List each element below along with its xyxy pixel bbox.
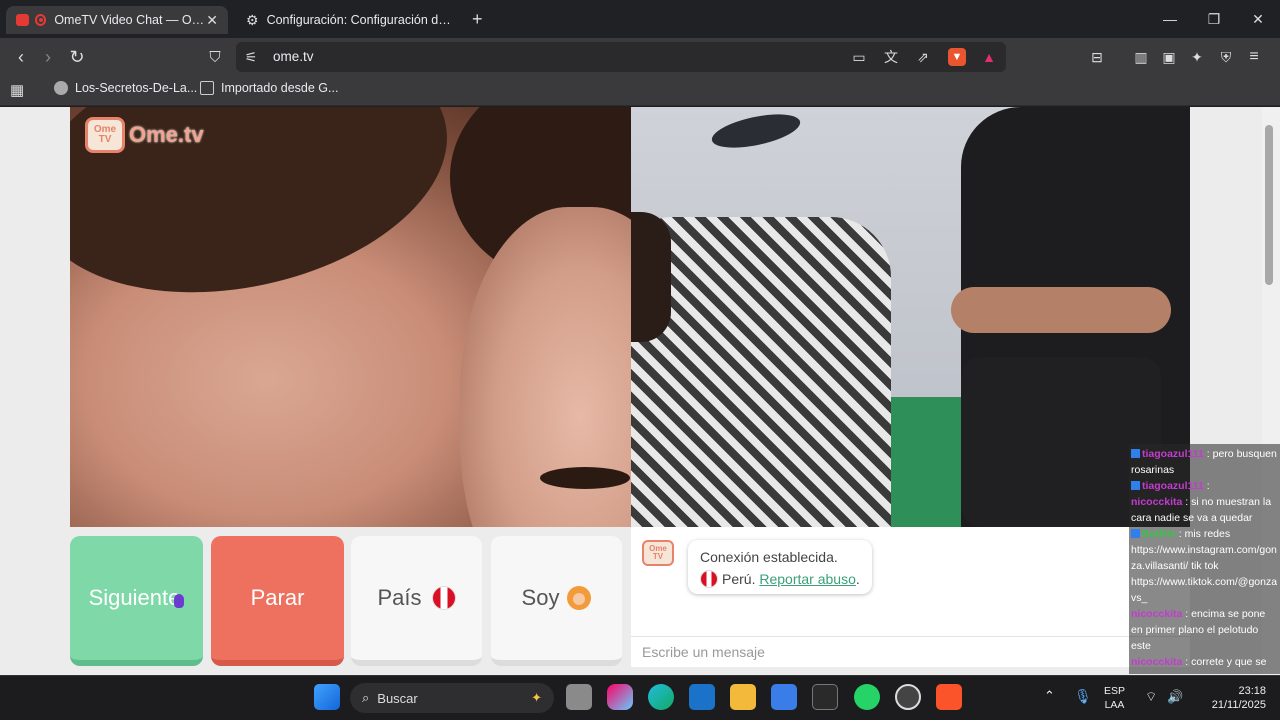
- window-controls: — ❐ ✕: [1148, 0, 1280, 38]
- bookmark-icon[interactable]: ⛉: [204, 46, 226, 68]
- bookmark-folder-imported[interactable]: Importado desde G...: [200, 81, 338, 95]
- bookmark-label: Los-Secretos-De-La...: [75, 81, 198, 95]
- edge-icon[interactable]: [648, 684, 674, 710]
- menu-icon[interactable]: ≡: [1245, 48, 1263, 66]
- tab-settings[interactable]: ⚙ Configuración: Configuración del sitio: [236, 6, 462, 34]
- ometv-logo: Ome TV Ome.tv: [85, 117, 204, 153]
- search-label: Buscar: [377, 690, 418, 706]
- translate-icon[interactable]: 文: [882, 48, 900, 66]
- tv-logo-icon: Ome TV: [85, 117, 125, 153]
- scrollbar-thumb[interactable]: [1265, 125, 1273, 285]
- copilot-icon[interactable]: [607, 684, 633, 710]
- share-icon[interactable]: ⇗: [914, 48, 932, 66]
- country-button[interactable]: País: [351, 536, 482, 666]
- overlay-message: nicocckita : encima se pone en primer pl…: [1131, 608, 1266, 652]
- bookmark-label: Importado desde G...: [221, 81, 339, 95]
- store-icon[interactable]: [771, 684, 797, 710]
- tab-ometv[interactable]: OmeTV Video Chat — Omegl ✕: [6, 6, 228, 34]
- youtube-icon: [16, 14, 29, 26]
- country-label: País: [377, 585, 422, 610]
- mouse-cursor-icon: [174, 594, 185, 608]
- globe-icon: [54, 81, 68, 95]
- partner-video: [70, 107, 631, 527]
- epic-games-icon[interactable]: [812, 684, 838, 710]
- close-window-icon[interactable]: ✕: [1236, 0, 1280, 38]
- maximize-icon[interactable]: ❐: [1192, 0, 1236, 38]
- gender-label: Soy: [521, 585, 560, 610]
- vpn-icon[interactable]: ⛨: [1217, 48, 1235, 66]
- apps-grid-icon[interactable]: ▦: [10, 81, 24, 99]
- reload-icon[interactable]: ↻: [66, 46, 88, 68]
- system-message: Conexión establecida. Perú. Reportar abu…: [688, 540, 872, 594]
- partner-country: Perú.: [722, 571, 756, 587]
- stream-chat-overlay: tiagoazul111 : pero busquen rosarinas ti…: [1129, 444, 1280, 684]
- search-icon: ⌕: [362, 690, 370, 705]
- gear-icon: ⚙: [246, 12, 259, 28]
- obs-icon[interactable]: [895, 684, 921, 710]
- task-view-icon[interactable]: [566, 684, 592, 710]
- back-icon[interactable]: ‹: [10, 46, 32, 68]
- next-label: Siguiente: [88, 585, 181, 610]
- whatsapp-icon[interactable]: [854, 684, 880, 710]
- outlook-icon[interactable]: [689, 684, 715, 710]
- ometv-chat-icon: Ome TV: [642, 540, 674, 566]
- url-text[interactable]: ome.tv: [273, 49, 314, 64]
- site-settings-icon[interactable]: ⚟: [242, 48, 260, 66]
- tab-title: Configuración: Configuración del sitio: [266, 13, 452, 27]
- wifi-icon[interactable]: ⌔: [1145, 689, 1157, 705]
- stop-label: Parar: [250, 585, 305, 610]
- clock[interactable]: 23:18 21/11/2025: [1194, 684, 1266, 712]
- gender-button[interactable]: Soy: [491, 536, 622, 666]
- bookmark-secretos[interactable]: Los-Secretos-De-La...: [54, 81, 197, 95]
- message-input[interactable]: Escribe un mensaje: [631, 636, 1190, 667]
- peru-flag-icon: [431, 586, 456, 610]
- recording-icon: [34, 14, 47, 26]
- stop-button[interactable]: Parar: [211, 536, 344, 666]
- extensions-icon[interactable]: ⊟: [1088, 48, 1106, 66]
- brave-shields-icon[interactable]: ▼: [948, 48, 966, 66]
- overlay-message: tiagoazul111 : pero busquen rosarinas: [1131, 448, 1277, 476]
- tab-title: OmeTV Video Chat — Omegl: [54, 13, 207, 27]
- folder-icon: [200, 81, 214, 95]
- girl-avatar-icon: [567, 586, 592, 610]
- minimize-icon[interactable]: —: [1148, 0, 1192, 38]
- copilot-sparkle-icon: ✦: [531, 690, 542, 705]
- overlay-message: BotRix : mis redes https://www.instagram…: [1131, 528, 1278, 604]
- cast-icon[interactable]: ▭: [850, 48, 868, 66]
- taskbar-search[interactable]: ⌕ Buscar ✦: [350, 683, 554, 713]
- next-button[interactable]: Siguiente: [70, 536, 203, 666]
- sidebar-icon[interactable]: ▥: [1132, 48, 1150, 66]
- brave-icon[interactable]: [936, 684, 962, 710]
- close-tab-icon[interactable]: ✕: [206, 12, 218, 29]
- peru-flag-icon: [700, 570, 718, 588]
- wallet-icon[interactable]: ▣: [1160, 48, 1178, 66]
- windows-start-icon[interactable]: [314, 684, 340, 710]
- report-abuse-link[interactable]: Reportar abuso: [759, 571, 856, 587]
- overlay-message: tiagoazul111 :: [1131, 478, 1278, 494]
- brave-rewards-icon[interactable]: ▲: [980, 48, 998, 66]
- file-explorer-icon[interactable]: [730, 684, 756, 710]
- connection-status: Conexión establecida.: [700, 549, 838, 565]
- logo-text: Ome.tv: [129, 122, 204, 147]
- input-language[interactable]: ESP LAA: [1104, 684, 1125, 712]
- message-placeholder: Escribe un mensaje: [642, 644, 765, 660]
- microphone-icon[interactable]: 🎙: [1074, 688, 1092, 705]
- new-tab-icon[interactable]: +: [472, 9, 483, 30]
- forward-icon[interactable]: ›: [37, 46, 59, 68]
- tray-chevron-icon[interactable]: ⌃: [1044, 688, 1055, 704]
- leo-ai-icon[interactable]: ✦: [1188, 48, 1206, 66]
- self-video: [631, 107, 1190, 527]
- overlay-message: nicocckita : si no muestran la cara nadi…: [1131, 496, 1272, 524]
- volume-icon[interactable]: 🔊: [1167, 689, 1183, 705]
